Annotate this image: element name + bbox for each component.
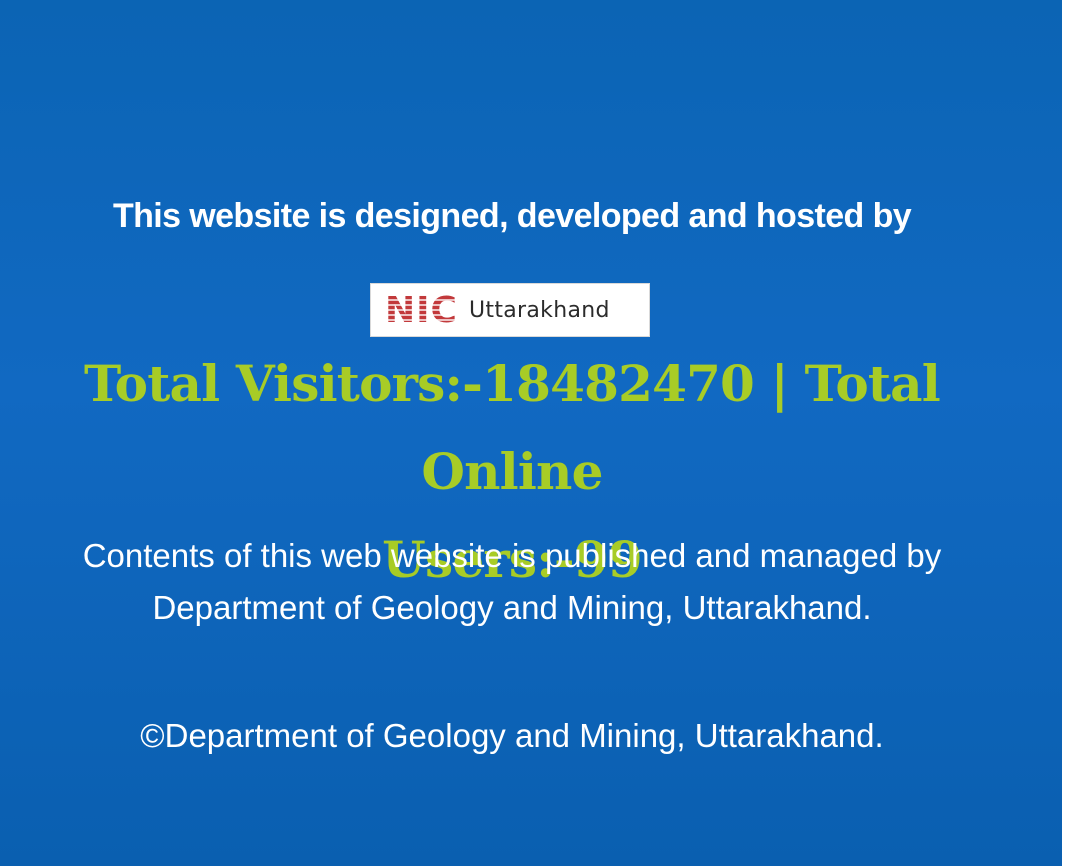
contents-statement: Contents of this web website is publishe… <box>0 530 1024 634</box>
nic-logo-label: Uttarakhand <box>469 298 610 323</box>
hosted-by-text: This website is designed, developed and … <box>112 197 912 235</box>
page-edge <box>1062 0 1080 866</box>
nic-uttarakhand-logo[interactable]: NIC Uttarakhand <box>370 283 650 337</box>
visitor-counter-line1: Total Visitors:-18482470 | Total Online <box>84 354 941 501</box>
contents-statement-line2: Department of Geology and Mining, Uttara… <box>152 589 872 626</box>
contents-statement-line1: Contents of this web website is publishe… <box>82 537 942 574</box>
nic-logo-mark: NIC <box>385 290 458 332</box>
site-footer: This website is designed, developed and … <box>0 0 1062 866</box>
copyright-text: ©Department of Geology and Mining, Uttar… <box>140 717 884 754</box>
